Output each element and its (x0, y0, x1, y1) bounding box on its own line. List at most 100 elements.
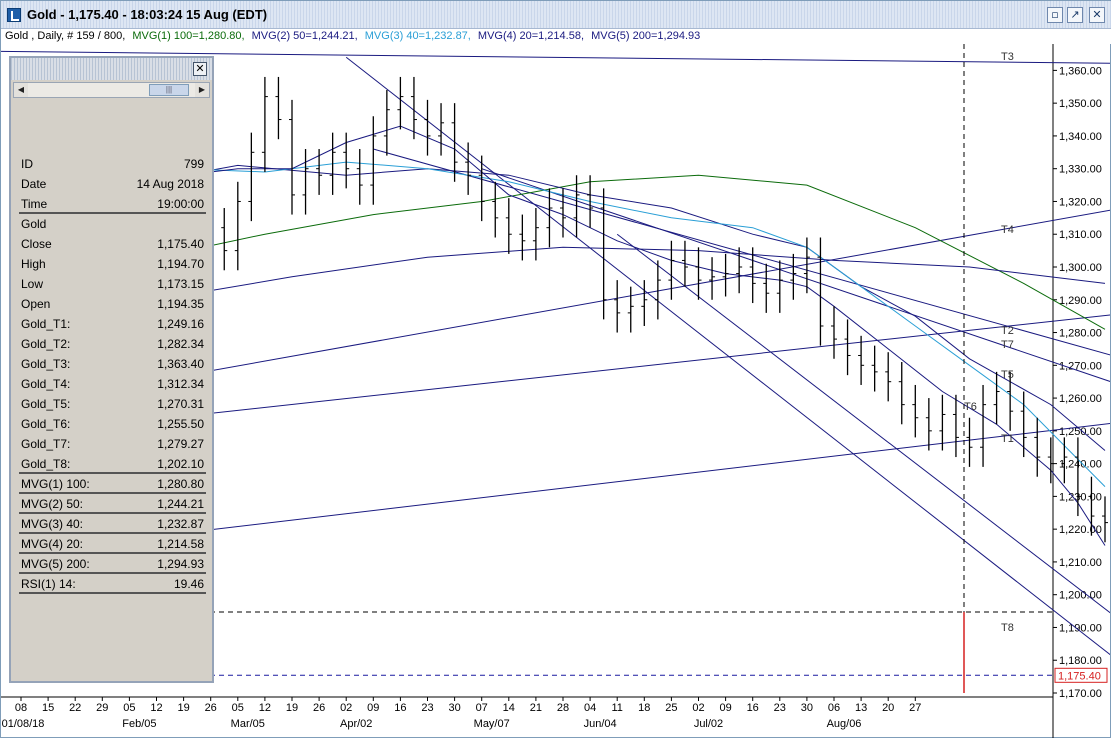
y-tick-label: 1,360.00 (1059, 65, 1102, 77)
y-tick-label: 1,330.00 (1059, 164, 1102, 176)
panel-row-value: 1,312.34 (157, 377, 204, 391)
y-tick-label: 1,180.00 (1059, 655, 1102, 667)
trendline-label: T4 (1001, 224, 1014, 236)
x-tick-label: 09 (719, 702, 731, 714)
panel-row-label: Date (21, 177, 47, 191)
y-tick-label: 1,250.00 (1059, 426, 1102, 438)
y-tick-label: 1,320.00 (1059, 196, 1102, 208)
data-window-panel[interactable]: ✕ ◀ ||| ▶ ID 799 Date 14 Aug 2018 Time 19:00:… (9, 56, 214, 683)
panel-row: Date 14 Aug 2018 (19, 174, 206, 194)
panel-row-value: 1,255.50 (157, 417, 204, 431)
panel-row-label: MVG(1) 100: (21, 477, 90, 491)
x-tick-label: 02 (340, 702, 352, 714)
scroll-left-icon[interactable]: ◀ (14, 83, 28, 97)
chart-window: Gold - 1,175.40 - 18:03:24 15 Aug (EDT) … (0, 0, 1111, 738)
panel-row-label: High (21, 257, 46, 271)
panel-row-label: Low (21, 277, 44, 291)
panel-row: Gold_T5: 1,270.31 (19, 394, 206, 414)
panel-row-value: 19:00:00 (157, 197, 204, 211)
panel-row-label: Gold_T8: (21, 457, 71, 471)
panel-row-label: MVG(5) 200: (21, 557, 90, 571)
x-tick-label: 28 (557, 702, 569, 714)
panel-row-value: 1,173.15 (157, 277, 204, 291)
x-tick-label: 26 (205, 702, 217, 714)
x-month-label: Feb/05 (122, 718, 156, 730)
x-tick-label: 23 (421, 702, 433, 714)
close-icon[interactable]: ✕ (1089, 7, 1105, 23)
x-month-label: Jul/02 (694, 718, 723, 730)
y-tick-label: 1,230.00 (1059, 491, 1102, 503)
panel-row-value: 1,175.40 (157, 237, 204, 251)
restore-icon[interactable]: ▫ (1047, 7, 1063, 23)
x-tick-label: 15 (42, 702, 54, 714)
scroll-thumb[interactable]: ||| (149, 84, 189, 96)
panel-drag-handle[interactable] (11, 58, 212, 80)
panel-row: RSI(1) 14: 19.46 (19, 574, 206, 594)
legend-mvg1: MVG(1) 100=1,280.80, (132, 30, 245, 42)
panel-row-label: Gold_T4: (21, 377, 71, 391)
x-tick-label: 25 (665, 702, 677, 714)
title-bar[interactable]: Gold - 1,175.40 - 18:03:24 15 Aug (EDT) … (1, 1, 1111, 29)
panel-row: MVG(4) 20: 1,214.58 (19, 534, 206, 554)
panel-row: Gold_T8: 1,202.10 (19, 454, 206, 474)
panel-row: Low 1,173.15 (19, 274, 206, 294)
x-tick-label: 19 (286, 702, 298, 714)
legend-mvg4: MVG(4) 20=1,214.58, (477, 30, 585, 42)
x-tick-label: 20 (882, 702, 894, 714)
panel-row: Gold_T1: 1,249.16 (19, 314, 206, 334)
panel-row-value: 1,270.31 (157, 397, 204, 411)
panel-row-value: 1,249.16 (157, 317, 204, 331)
trendline-label: T5 (1001, 369, 1014, 381)
legend-mvg5: MVG(5) 200=1,294.93 (591, 30, 701, 42)
legend-mvg3: MVG(3) 40=1,232.87, (364, 30, 471, 42)
panel-row: Gold_T7: 1,279.27 (19, 434, 206, 454)
x-tick-label: 30 (448, 702, 460, 714)
panel-row-label: Gold_T7: (21, 437, 71, 451)
data-rows: ID 799 Date 14 Aug 2018 Time 19:00:00 Gold Clos… (19, 154, 206, 594)
app-chart-icon (7, 8, 21, 22)
y-tick-label: 1,170.00 (1059, 688, 1102, 700)
panel-row-value: 1,194.35 (157, 297, 204, 311)
x-tick-label: 12 (150, 702, 162, 714)
y-tick-label: 1,300.00 (1059, 262, 1102, 274)
panel-row-value: 19.46 (173, 577, 204, 591)
x-tick-label: 05 (123, 702, 135, 714)
panel-row-label: MVG(2) 50: (21, 497, 84, 511)
trendline-label: T2 (1001, 325, 1014, 337)
panel-row-value: 1,294.93 (157, 557, 204, 571)
x-tick-label: 14 (503, 702, 515, 714)
panel-row-label: Time (21, 197, 48, 211)
scroll-right-icon[interactable]: ▶ (195, 83, 209, 97)
y-tick-label: 1,240.00 (1059, 459, 1102, 471)
panel-row-value: 1,232.87 (157, 517, 204, 531)
panel-row: Time 19:00:00 (19, 194, 206, 214)
legend-instrument: Gold , Daily, # 159 / 800, (5, 30, 126, 42)
panel-row-label: Gold_T1: (21, 317, 71, 331)
y-tick-label: 1,200.00 (1059, 590, 1102, 602)
panel-close-icon[interactable]: ✕ (193, 62, 207, 76)
x-month-label: Apr/02 (340, 718, 372, 730)
x-month-label: Mar/05 (231, 718, 265, 730)
panel-row-value: 1,280.80 (157, 477, 204, 491)
x-month-label: Jun/04 (584, 718, 617, 730)
x-tick-label: 13 (855, 702, 867, 714)
x-tick-label: 22 (69, 702, 81, 714)
x-tick-label: 29 (96, 702, 108, 714)
y-tick-label: 1,290.00 (1059, 295, 1102, 307)
panel-scrollbar[interactable]: ◀ ||| ▶ (13, 82, 210, 98)
panel-row-label: Gold (21, 217, 47, 231)
window-title: Gold - 1,175.40 - 18:03:24 15 Aug (EDT) (27, 7, 268, 22)
panel-row-label: Gold_T6: (21, 417, 71, 431)
y-tick-label: 1,260.00 (1059, 393, 1102, 405)
panel-row-label: MVG(4) 20: (21, 537, 84, 551)
detach-icon[interactable]: ↗ (1067, 7, 1083, 23)
trendline-label: T1 (1001, 433, 1014, 445)
panel-row-value: 1,363.40 (157, 357, 204, 371)
x-tick-label: 21 (530, 702, 542, 714)
x-tick-label: 16 (747, 702, 759, 714)
panel-row: Gold_T4: 1,312.34 (19, 374, 206, 394)
panel-row: MVG(2) 50: 1,244.21 (19, 494, 206, 514)
x-tick-label: 18 (638, 702, 650, 714)
indicator-legend: Gold , Daily, # 159 / 800, MVG(1) 100=1,… (1, 29, 1111, 44)
y-tick-label: 1,210.00 (1059, 557, 1102, 569)
